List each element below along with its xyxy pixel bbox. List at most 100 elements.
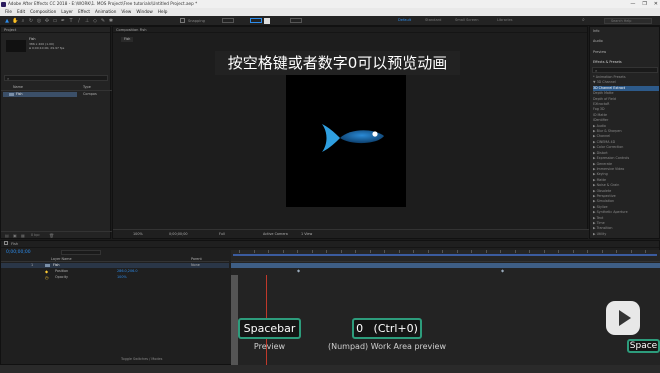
composition-tab[interactable]: Composition Fish [116,28,147,32]
keyframe-marker-icon[interactable]: ◆ [501,268,504,273]
ruler-tick [485,250,487,253]
project-row-fish[interactable]: Fish [3,92,77,97]
property-value-position[interactable]: 286.0,206.0 [117,269,138,274]
audio-panel-tab[interactable]: Audio [593,39,603,44]
toggle-switches-modes[interactable]: Toggle Switches / Modes [121,357,162,361]
layer-duration-bar[interactable] [231,263,660,268]
clone-stamp-tool-icon[interactable]: ⊥ [84,18,90,24]
new-composition-icon[interactable]: ▦ [21,233,25,238]
eraser-tool-icon[interactable]: ◇ [92,18,98,24]
menu-animation[interactable]: Animation [95,8,116,16]
rectangle-tool-icon[interactable]: ▭ [52,18,58,24]
workspace-small-screen[interactable]: Small Screen [455,18,478,22]
mask-tool-option[interactable] [222,18,234,23]
ruler-tick [572,250,574,253]
project-col-name[interactable]: Name [13,85,23,90]
camera-tool-icon[interactable]: ◎ [36,18,42,24]
interpret-footage-icon[interactable]: ▤ [5,233,9,238]
selection-tool-icon[interactable]: ▲ [4,18,10,24]
spacebar-key-label: Preview [253,342,286,351]
ruler-tick [456,250,458,253]
menu-effect[interactable]: Effect [78,8,90,16]
current-time-display[interactable]: 0;00;00;00 [169,232,188,237]
trash-icon[interactable]: 🗑 [49,233,54,238]
workspace-default[interactable]: Default [398,18,411,22]
hand-tool-icon[interactable]: ✋ [12,18,18,24]
stroke-option[interactable] [290,18,302,23]
ruler-tick [427,250,429,253]
views-dropdown[interactable]: 1 View [301,232,312,237]
menu-window[interactable]: Window [136,8,153,16]
keyframe-marker-icon[interactable]: ◆ [297,268,300,273]
maximize-button[interactable]: ❐ [642,0,646,8]
pan-behind-tool-icon[interactable]: ✣ [44,18,50,24]
ruler-tick [543,250,545,253]
space-key-badge: Space [627,339,660,353]
minimize-button[interactable]: — [630,0,635,8]
after-effects-logo-icon [1,1,6,7]
timeline-tab[interactable]: Fish [11,242,18,246]
effects-search-input[interactable]: ⌕ [592,67,658,73]
layer-parent[interactable]: None [191,263,200,268]
play-button-icon[interactable] [606,301,640,335]
fill-color-swatch[interactable] [264,18,270,24]
project-search-input[interactable]: ⌕ [4,75,108,81]
timeline-timecode[interactable]: 0;00;00;00 [6,250,31,255]
brush-tool-icon[interactable]: / [76,18,82,24]
puppet-tool-icon[interactable]: ✱ [108,18,114,24]
ruler-tick [587,250,588,253]
property-value-opacity[interactable]: 100% [117,275,127,280]
fill-option[interactable] [250,18,262,23]
project-col-type[interactable]: Type [83,85,91,90]
snapping-checkbox[interactable] [180,18,185,23]
camera-dropdown[interactable]: Active Camera [263,232,288,237]
menu-help[interactable]: Help [158,8,168,16]
resolution-dropdown[interactable]: Full [219,232,225,237]
search-icon[interactable]: ⌕ [582,17,585,23]
ruler-tick [297,250,298,253]
bpc-label[interactable]: 8 bpc [31,233,40,237]
menu-edit[interactable]: Edit [17,8,25,16]
property-row-opacity[interactable]: ◷ Opacity 100% [1,275,229,280]
menu-layer[interactable]: Layer [61,8,73,16]
effects-presets-tab[interactable]: Effects & Presets [593,60,622,65]
roto-brush-tool-icon[interactable]: ✎ [100,18,106,24]
project-columns-header: Name Type [1,85,112,91]
rotate-tool-icon[interactable]: ↻ [28,18,34,24]
property-row-position[interactable]: ◆ Position 286.0,206.0 [1,269,229,274]
composition-canvas[interactable] [286,72,406,207]
right-panels: Info Audio Preview Effects & Presets ⌕ *… [589,26,660,239]
effects-item[interactable]: ▶ Utility [593,232,659,237]
col-parent[interactable]: Parent [191,257,202,262]
zoom-tool-icon[interactable]: ⌕ [20,18,26,24]
col-layer-name[interactable]: Layer Name [51,257,72,262]
stopwatch-icon[interactable]: ◷ [45,275,49,280]
menu-view[interactable]: View [121,8,131,16]
layer-row-fish[interactable]: 1 Fish None [1,263,229,268]
new-folder-icon[interactable]: ▣ [13,233,17,238]
timeline-columns: Layer Name Parent [1,257,229,262]
search-help-input[interactable]: Search Help [604,18,652,24]
workspace-libraries[interactable]: Libraries [497,18,513,22]
info-panel-tab[interactable]: Info [593,29,599,34]
tools-bar: ▲ ✋ ⌕ ↻ ◎ ✣ ▭ ✒ T / ⊥ ◇ ✎ ✱ Snapping Def… [0,16,660,26]
menu-composition[interactable]: Composition [30,8,56,16]
fish-tail [322,124,340,152]
menu-file[interactable]: File [5,8,12,16]
ruler-tick [413,250,414,253]
type-tool-icon[interactable]: T [68,18,74,24]
numpad-key-box: 0 (Ctrl+0) [352,318,422,339]
comp-flowchart-tab[interactable]: Fish [121,37,134,42]
work-area-bar[interactable] [233,254,657,256]
preview-panel-tab[interactable]: Preview [593,50,606,55]
pen-tool-icon[interactable]: ✒ [60,18,66,24]
playhead-shadow [231,275,238,366]
time-ruler[interactable] [231,250,660,262]
timeline-search-input[interactable] [61,250,101,255]
close-button[interactable]: ✕ [654,0,658,8]
render-queue-icon[interactable] [4,241,8,245]
fish-graphic [322,124,384,152]
workspace-standard[interactable]: Standard [425,18,441,22]
magnification-dropdown[interactable]: 100% [133,232,143,237]
keyframe-navigator-icon[interactable]: ◆ [45,269,48,274]
